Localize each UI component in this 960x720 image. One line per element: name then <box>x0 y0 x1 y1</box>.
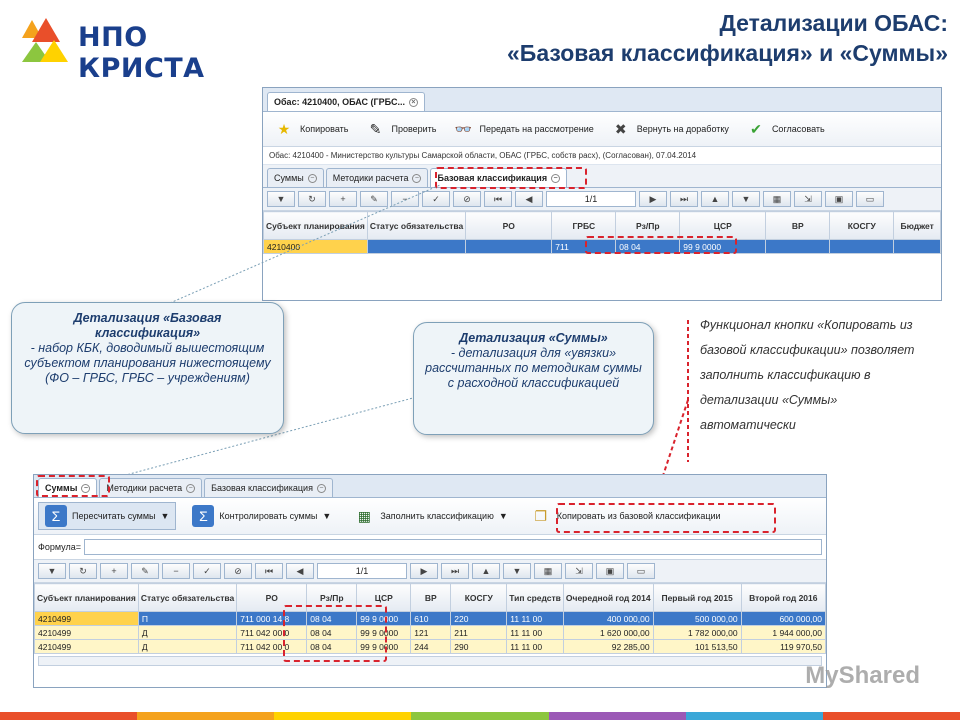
chevron-down-icon: ▼ <box>498 511 508 521</box>
add-button[interactable]: + <box>100 563 128 579</box>
chevron-down-icon: ▼ <box>160 511 170 521</box>
cell: 11 11 00 <box>506 611 564 626</box>
highlight-copy-button <box>556 503 776 533</box>
bubble-mid-body: - детализация для «увязки» рассчитанных … <box>425 346 642 390</box>
cell: 4210499 <box>34 639 139 654</box>
first-page-button[interactable]: ⏮ <box>255 563 283 579</box>
sigma-icon: Σ <box>45 505 67 527</box>
apply-button[interactable]: ✓ <box>193 563 221 579</box>
col-header[interactable]: Первый год 2015 <box>652 583 742 612</box>
cell: 121 <box>410 625 452 640</box>
cell: 244 <box>410 639 452 654</box>
import-button[interactable]: ⇲ <box>565 563 593 579</box>
tab-base-label: Базовая классификация <box>211 483 313 493</box>
close-icon[interactable]: − <box>186 483 196 493</box>
cell: 1 782 000,00 <box>652 625 742 640</box>
col-header[interactable]: Субъект планирования <box>34 583 139 612</box>
bubble-left-title: Детализация «Базовая классификация» <box>73 311 222 340</box>
tab-methods-label: Методики расчета <box>106 483 183 493</box>
cell: Д <box>137 625 238 640</box>
col-header[interactable]: Статус обязательства <box>137 583 238 612</box>
grid-button[interactable]: ▦ <box>534 563 562 579</box>
table-row[interactable]: 4210499 Д 711 042 00 0 08 04 99 9 0000 2… <box>34 639 826 654</box>
tab-methods[interactable]: Методики расчета − <box>99 478 203 497</box>
recalc-label: Пересчитать суммы <box>72 511 156 521</box>
next-page-button[interactable]: ▶ <box>410 563 438 579</box>
bubble-base-classification: Детализация «Базовая классификация» - на… <box>11 302 284 434</box>
col-header[interactable]: Тип средств <box>506 583 564 612</box>
cell: 600 000,00 <box>740 611 826 626</box>
cell: 4210499 <box>34 625 139 640</box>
cell: 211 <box>450 625 508 640</box>
prev-page-button[interactable]: ◀ <box>286 563 314 579</box>
chevron-down-icon: ▼ <box>322 511 332 521</box>
cell: Д <box>137 639 238 654</box>
last-page-button[interactable]: ⏭ <box>441 563 469 579</box>
control-sums-button[interactable]: Σ Контролировать суммы ▼ <box>186 503 337 529</box>
highlight-sums-tab <box>36 475 110 497</box>
cancel-button[interactable]: ⊘ <box>224 563 252 579</box>
up-button[interactable]: ▲ <box>472 563 500 579</box>
formula-input[interactable] <box>83 539 822 555</box>
bottom-stripe <box>0 712 960 720</box>
fill-classification-button[interactable]: ▦ Заполнить классификацию ▼ <box>347 503 513 529</box>
cell: 4210499 <box>34 611 139 626</box>
edit-button[interactable]: ✎ <box>131 563 159 579</box>
table-row[interactable]: 4210499 П 711 000 14 8 08 04 99 9 0000 6… <box>34 611 826 626</box>
cell: 400 000,00 <box>562 611 654 626</box>
cell: 119 970,50 <box>740 639 826 654</box>
cell: 290 <box>450 639 508 654</box>
table-icon: ▦ <box>357 507 371 524</box>
cell: П <box>137 611 238 626</box>
horizontal-scrollbar[interactable] <box>38 656 822 666</box>
refresh-button[interactable]: ↻ <box>69 563 97 579</box>
close-icon[interactable]: − <box>316 483 326 493</box>
tab-base-classification[interactable]: Базовая классификация − <box>204 478 333 497</box>
bubble-sums: Детализация «Суммы» - детализация для «у… <box>413 322 654 435</box>
comment-button[interactable]: ▭ <box>627 563 655 579</box>
note-text: Функционал кнопки «Копировать из базовой… <box>700 318 915 432</box>
cell: 220 <box>450 611 508 626</box>
grid-navbar: ▼ ↻ + ✎ − ✓ ⊘ ⏮ ◀ 1/1 ▶ ⏭ ▲ ▼ ▦ ⇲ ▣ ▭ <box>34 560 826 583</box>
control-label: Контролировать суммы <box>219 511 318 521</box>
fill-label: Заполнить классификацию <box>380 511 494 521</box>
cell: 11 11 00 <box>506 625 564 640</box>
page-indicator[interactable]: 1/1 <box>317 563 407 579</box>
bubble-mid-title: Детализация «Суммы» <box>459 331 608 345</box>
cell: 1 944 000,00 <box>740 625 826 640</box>
copy-icon: ❐ <box>534 507 548 524</box>
bottom-grid: Субъект планирования Статус обязательств… <box>34 583 826 654</box>
cell: 92 285,00 <box>562 639 654 654</box>
table-row[interactable]: 4210499 Д 711 042 00 0 08 04 99 9 0000 1… <box>34 625 826 640</box>
col-header[interactable]: ВР <box>410 583 452 612</box>
col-header[interactable]: Второй год 2016 <box>740 583 826 612</box>
cell: 101 513,50 <box>652 639 742 654</box>
bubble-left-body: - набор КБК, доводимый вышестоящим субъе… <box>24 341 271 385</box>
cell: 1 620 000,00 <box>562 625 654 640</box>
filter-button[interactable]: ▼ <box>38 563 66 579</box>
export-button[interactable]: ▣ <box>596 563 624 579</box>
sigma-icon: Σ <box>192 505 215 527</box>
cell: 610 <box>410 611 452 626</box>
down-button[interactable]: ▼ <box>503 563 531 579</box>
recalc-sums-button[interactable]: Σ Пересчитать суммы ▼ <box>38 502 177 530</box>
highlight-copied-codes <box>283 605 387 662</box>
col-header[interactable]: Очередной год 2014 <box>562 583 654 612</box>
cell: 500 000,00 <box>652 611 742 626</box>
watermark: MyShared <box>805 662 920 689</box>
delete-button[interactable]: − <box>162 563 190 579</box>
col-header[interactable]: КОСГУ <box>450 583 508 612</box>
cell: 11 11 00 <box>506 639 564 654</box>
formula-label: Формула= <box>38 542 81 552</box>
